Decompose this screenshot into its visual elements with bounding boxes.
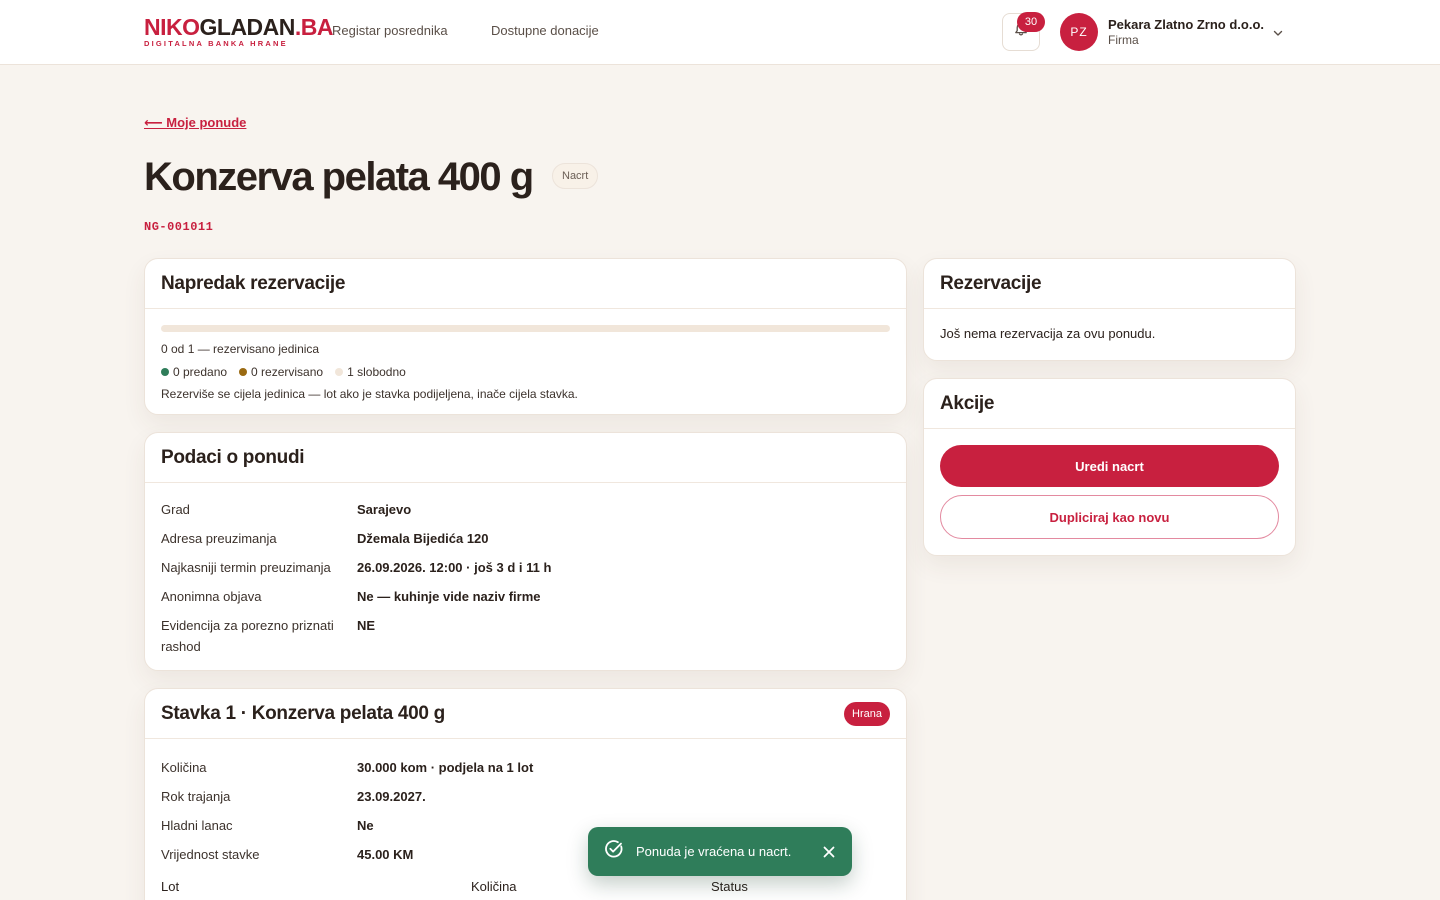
detail-row-pickup-deadline: Najkasniji termin preuzimanja 26.09.2026… [161,553,890,582]
detail-row-city: Grad Sarajevo [161,495,890,524]
status-badge: Nacrt [552,163,599,189]
card-header: Stavka 1 · Konzerva pelata 400 g Hrana [145,689,906,739]
column-header-status: Status [711,879,748,894]
card-header: Rezervacije [924,259,1295,309]
detail-value: 30.000 kom · podjela na 1 lot [357,760,534,775]
detail-value: 23.09.2027. [357,789,426,804]
legend-dot [335,368,344,376]
nav-link-dostupne-donacije[interactable]: Dostupne donacije [491,23,599,38]
close-icon[interactable] [822,845,836,859]
lot-table-header: Lot Količina Status [145,879,906,894]
detail-value: 45.00 KM [357,847,414,862]
top-bar: NIKOGLADAN.BA DIGITALNA BANKA HRANE Regi… [0,0,1440,65]
progress-summary: 0 od 1 — rezervisano jedinica [161,342,320,356]
user-menu[interactable]: PZ Pekara Zlatno Zrno d.o.o. Firma [1060,13,1264,51]
back-to-my-offers-link[interactable]: ⟵ Moje ponude [144,115,246,131]
card-title: Akcije [940,392,995,414]
chevron-down-icon[interactable] [1272,26,1284,44]
detail-value: NE [357,618,376,633]
duplicate-as-new-button[interactable]: Dupliciraj kao novu [940,495,1279,539]
card-title: Podaci o ponudi [161,446,305,468]
detail-key: Adresa preuzimanja [161,531,277,546]
card-header: Akcije [924,379,1295,429]
reservations-card: Rezervacije Još nema rezervacija za ovu … [923,258,1296,361]
card-title: Napredak rezervacije [161,272,346,294]
avatar: PZ [1060,13,1098,51]
legend-item-rezervisano: 0 rezervisano [239,365,323,379]
detail-value: Džemala Bijedića 120 [357,531,489,546]
empty-reservations-text: Još nema rezervacija za ovu ponudu. [940,326,1156,341]
edit-draft-button[interactable]: Uredi nacrt [940,445,1279,487]
legend-label: 0 rezervisano [251,365,324,379]
detail-key: Vrijednost stavke [161,847,260,862]
detail-value: Ne — kuhinje vide naziv firme [357,589,541,604]
legend-label: 0 predano [173,365,228,379]
category-badge: Hrana [844,701,890,726]
user-role: Firma [1108,32,1139,47]
column-header-lot: Lot [161,879,180,894]
detail-key: Hladni lanac [161,818,233,833]
detail-key: Rok trajanja [161,789,231,804]
detail-key: Anonimna objava [161,589,262,604]
detail-row-quantity: Količina 30.000 kom · podjela na 1 lot [161,753,890,782]
detail-key: Grad [161,502,190,517]
nav-link-registar-posrednika[interactable]: Registar posrednika [332,23,448,38]
card-title: Rezervacije [940,272,1042,294]
detail-key: Evidencija za porezno priznati rashod [161,618,334,654]
reservation-note: Rezerviše se cijela jedinica — lot ako j… [161,387,578,401]
reservation-progress-card: Napredak rezervacije 0 od 1 — rezervisan… [144,258,907,415]
notifications-count-badge: 30 [1017,12,1045,32]
legend-item-predano: 0 predano [161,365,227,379]
user-name: Pekara Zlatno Zrno d.o.o. [1108,16,1265,32]
reservation-progress-bar [161,325,890,332]
legend-dot [161,368,169,376]
progress-legend: 0 predano 0 rezervisano 1 slobodno [161,365,890,379]
detail-key: Količina [161,760,207,775]
actions-card: Akcije Uredi nacrt Dupliciraj kao novu [923,378,1296,556]
detail-value: 26.09.2026. 12:00 · još 3 d i 11 h [357,560,552,575]
card-header: Napredak rezervacije [145,259,906,309]
card-title: Stavka 1 · Konzerva pelata 400 g [161,702,445,724]
toast-message: Ponuda je vraćena u nacrt. [636,844,792,859]
legend-label: 1 slobodno [347,365,406,379]
logo-tagline: DIGITALNA BANKA HRANE [144,39,288,48]
logo[interactable]: NIKOGLADAN.BA DIGITALNA BANKA HRANE [144,14,334,49]
detail-row-pickup-address: Adresa preuzimanja Džemala Bijedića 120 [161,524,890,553]
detail-value: Ne [357,818,374,833]
detail-value: Sarajevo [357,502,412,517]
user-info: Pekara Zlatno Zrno d.o.o. Firma [1108,17,1264,48]
success-toast: Ponuda je vraćena u nacrt. [588,827,852,876]
logo-wordmark: NIKOGLADAN.BA [144,14,334,40]
check-circle-icon [604,839,624,864]
card-header: Podaci o ponudi [145,433,906,483]
legend-dot [239,368,248,376]
legend-item-slobodno: 1 slobodno [335,365,406,379]
detail-row-tax-record: Evidencija za porezno priznati rashod NE [161,611,890,661]
page-title: Konzerva pelata 400 g [144,155,534,199]
detail-key: Najkasniji termin preuzimanja [161,560,331,575]
column-header-quantity: Količina [471,879,517,894]
offer-code: NG-001011 [144,220,214,234]
detail-row-anonymous: Anonimna objava Ne — kuhinje vide naziv … [161,582,890,611]
detail-row-expiry: Rok trajanja 23.09.2027. [161,782,890,811]
offer-details-card: Podaci o ponudi Grad Sarajevo Adresa pre… [144,432,907,671]
